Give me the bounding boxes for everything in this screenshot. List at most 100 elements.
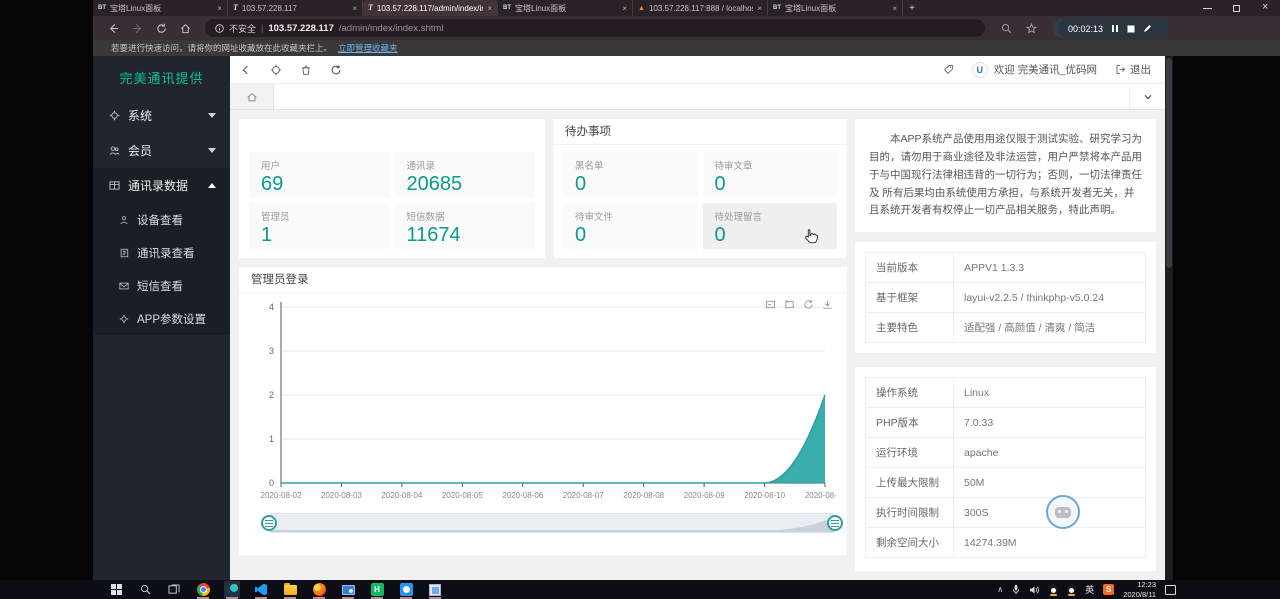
chevron-down-icon	[1143, 92, 1153, 102]
manage-bookmarks-link[interactable]: 立即管理收藏夹	[338, 42, 398, 54]
reload-icon[interactable]	[149, 23, 173, 34]
window-maximize-button[interactable]	[1232, 4, 1241, 13]
tray-expand-icon[interactable]: ∧	[997, 585, 1003, 594]
sogou-icon[interactable]: S	[1103, 584, 1114, 595]
todo-blacklist[interactable]: 黑名单 0	[563, 152, 698, 198]
sidebar-item-app-params[interactable]: APP参数设置	[93, 302, 230, 335]
scrollbar-thumb[interactable]	[1166, 58, 1172, 268]
back-icon[interactable]	[101, 23, 125, 34]
taskbar-app-vscode[interactable]	[253, 581, 269, 598]
url-field[interactable]: 不安全 | 103.57.228.117/admin/index/index.s…	[205, 19, 985, 37]
recording-time: 00:02:13	[1068, 24, 1103, 34]
download-icon[interactable]	[822, 299, 833, 310]
taskbar-search-button[interactable]	[137, 581, 153, 598]
annotate-pen-icon[interactable]	[1143, 24, 1152, 33]
taskbar-app-recorder[interactable]	[398, 581, 414, 598]
task-view-button[interactable]	[166, 581, 182, 598]
robot-icon	[1055, 507, 1071, 518]
row-label: 执行时间限制	[866, 498, 954, 528]
tabs-more-button[interactable]	[1129, 84, 1165, 109]
todo-pending-messages[interactable]: 待处理留言 0	[703, 203, 838, 249]
browser-tab-3-active[interactable]: T 103.57.228.117/admin/index/ind	[363, 0, 498, 16]
logout-button[interactable]: 退出	[1115, 62, 1151, 77]
sidebar-item-contacts-data[interactable]: 通讯录数据	[93, 168, 230, 203]
stat-contacts[interactable]: 通讯录 20685	[395, 152, 536, 198]
ime-indicator[interactable]: 英	[1085, 583, 1094, 596]
browser-tab-2[interactable]: T 103.57.228.117	[228, 0, 363, 16]
restore-icon[interactable]	[784, 299, 795, 310]
tab-close-icon[interactable]	[892, 4, 897, 13]
datazoom-slider[interactable]	[269, 513, 835, 533]
welcome-text: 欢迎 完美通讯_优码网	[994, 62, 1097, 77]
qq-icon[interactable]	[1049, 584, 1058, 595]
tag-icon[interactable]	[943, 64, 954, 75]
favorite-star-icon[interactable]	[1026, 23, 1037, 34]
row-label: 基于框架	[866, 283, 954, 313]
taskbar-app-chrome[interactable]	[195, 581, 211, 598]
svg-text:2020-08-10: 2020-08-10	[744, 491, 785, 500]
home-icon[interactable]	[173, 23, 197, 34]
stat-value: 69	[261, 173, 378, 196]
stat-label: 通讯录	[407, 158, 524, 172]
clear-cache-icon[interactable]	[300, 64, 312, 76]
assistant-bot-button[interactable]	[1046, 495, 1080, 529]
taskbar-app-hbuilder[interactable]: H	[369, 581, 385, 598]
taskbar-app-browser-active[interactable]	[224, 581, 240, 598]
sidebar-item-members[interactable]: 会员	[93, 133, 230, 168]
start-button[interactable]	[108, 581, 124, 598]
table-icon	[109, 180, 120, 191]
user-welcome[interactable]: U 欢迎 完美通讯_优码网	[972, 62, 1097, 78]
browser-tab-1[interactable]: BT 宝塔Linux面板	[93, 0, 228, 16]
tab-close-icon[interactable]	[757, 4, 762, 13]
page-scrollbar[interactable]	[1165, 56, 1173, 580]
back-icon[interactable]	[240, 64, 252, 76]
taskbar-app-explorer[interactable]	[282, 581, 298, 598]
microphone-icon[interactable]	[1012, 584, 1020, 595]
window-minimize-button[interactable]	[1203, 4, 1212, 13]
sidebar-item-device-view[interactable]: 设备查看	[93, 203, 230, 236]
locate-icon[interactable]	[270, 64, 282, 76]
stat-users[interactable]: 用户 69	[249, 152, 390, 198]
svg-text:2020-08-09: 2020-08-09	[684, 491, 725, 500]
tab-title: 宝塔Linux面板	[110, 3, 213, 14]
stat-admins[interactable]: 管理员 1	[249, 203, 390, 249]
tab-close-icon[interactable]	[217, 4, 222, 13]
tab-home[interactable]	[230, 84, 274, 109]
taskbar-clock[interactable]: 12:23 2020/8/11	[1123, 580, 1156, 599]
stop-recording-icon[interactable]	[1127, 25, 1135, 33]
sidebar-item-contacts-view[interactable]: 通讯录查看	[93, 236, 230, 269]
stat-sms[interactable]: 短信数据 11674	[395, 203, 536, 249]
tab-close-icon[interactable]	[622, 4, 627, 13]
forward-icon[interactable]	[125, 23, 149, 34]
browser-tab-6[interactable]: BT 宝塔Linux面板	[768, 0, 903, 16]
sidebar-item-sms-view[interactable]: 短信查看	[93, 269, 230, 302]
browser-tab-5[interactable]: ▲ 103.57.228.117:888 / localhost /	[633, 0, 768, 16]
todo-pending-articles[interactable]: 待审文章 0	[703, 152, 838, 198]
todo-card: 待办事项 黑名单 0 待审文章 0	[552, 118, 848, 259]
todo-pending-files[interactable]: 待审文件 0	[563, 203, 698, 249]
datazoom-icon[interactable]	[765, 299, 776, 310]
window-controls	[1203, 0, 1270, 16]
speaker-icon[interactable]	[1029, 585, 1040, 595]
new-tab-button[interactable]: +	[903, 0, 921, 16]
browser-tab-4[interactable]: BT 宝塔Linux面板	[498, 0, 633, 16]
pause-recording-icon[interactable]	[1111, 24, 1119, 33]
taskbar-app-firefox[interactable]	[311, 581, 327, 598]
qq-icon[interactable]	[1067, 584, 1076, 595]
logout-label: 退出	[1130, 62, 1151, 77]
zoom-search-icon[interactable]	[1001, 23, 1012, 34]
refresh-icon[interactable]	[803, 299, 814, 310]
row-value: 7.0.33	[954, 408, 1146, 438]
row-label: 上传最大限制	[866, 468, 954, 498]
tab-close-icon[interactable]	[487, 4, 492, 13]
taskbar-app-remote-desktop[interactable]	[340, 581, 356, 598]
datazoom-right-handle[interactable]	[827, 515, 843, 531]
svg-text:0: 0	[269, 478, 274, 488]
tab-close-icon[interactable]	[352, 4, 357, 13]
datazoom-left-handle[interactable]	[261, 515, 277, 531]
sidebar-item-system[interactable]: 系统	[93, 98, 230, 133]
taskbar-app-notes[interactable]	[427, 581, 443, 598]
window-close-button[interactable]	[1261, 4, 1270, 13]
action-center-icon[interactable]	[1165, 585, 1176, 595]
refresh-icon[interactable]	[330, 64, 342, 76]
